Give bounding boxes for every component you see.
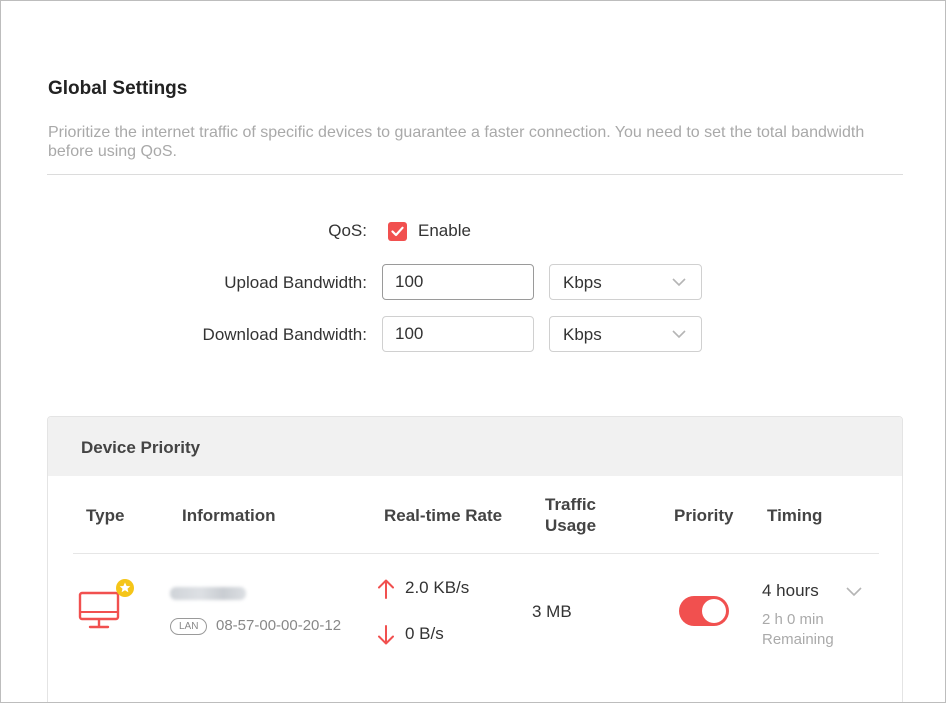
checkmark-icon <box>391 226 404 237</box>
download-unit-select[interactable]: Kbps <box>549 316 702 352</box>
upload-bandwidth-label: Upload Bandwidth: <box>224 273 367 292</box>
timing-remaining: 2 h 0 min Remaining <box>762 610 834 650</box>
chevron-down-icon[interactable] <box>845 585 863 598</box>
chevron-down-icon <box>672 278 686 287</box>
timing-remaining-time: 2 h 0 min <box>762 611 824 628</box>
device-priority-panel: Device Priority Type Information Real-ti… <box>47 416 903 702</box>
download-unit-value: Kbps <box>563 325 602 344</box>
chevron-down-icon <box>672 330 686 339</box>
qos-enable-label[interactable]: Enable <box>418 221 471 241</box>
column-header-traffic-usage: Traffic Usage <box>545 494 596 536</box>
upload-rate: 2.0 KB/s <box>405 578 470 597</box>
connection-badge: LAN <box>170 618 208 635</box>
priority-toggle[interactable] <box>679 596 729 626</box>
column-header-timing: Timing <box>767 506 823 525</box>
global-settings-title: Global Settings <box>48 78 188 99</box>
arrow-up-icon <box>378 579 394 599</box>
qos-enable-checkbox[interactable] <box>388 222 407 241</box>
column-header-realtime-rate: Real-time Rate <box>384 506 503 525</box>
column-header-traffic-line1: Traffic <box>545 495 597 514</box>
global-settings-description: Prioritize the internet traffic of speci… <box>48 124 865 160</box>
column-header-priority: Priority <box>674 506 734 525</box>
upload-unit-value: Kbps <box>563 273 602 292</box>
upload-bandwidth-input[interactable] <box>382 264 534 300</box>
qos-label: QoS: <box>328 221 367 240</box>
column-header-type: Type <box>86 506 125 525</box>
download-bandwidth-input[interactable] <box>382 316 534 352</box>
upload-unit-select[interactable]: Kbps <box>549 264 702 300</box>
traffic-usage: 3 MB <box>532 602 572 621</box>
device-name-redacted <box>170 587 246 600</box>
device-priority-header: Device Priority <box>48 417 902 476</box>
timing-value: 4 hours <box>762 581 819 600</box>
timing-remaining-label: Remaining <box>762 631 834 648</box>
qos-settings-frame: Global Settings Prioritize the internet … <box>0 0 946 703</box>
download-bandwidth-label: Download Bandwidth: <box>202 325 367 344</box>
column-header-traffic-line2: Usage <box>545 516 597 535</box>
toggle-knob <box>702 599 726 623</box>
arrow-down-icon <box>378 625 394 645</box>
device-mac: 08-57-00-00-20-12 <box>216 617 342 634</box>
table-header-divider <box>73 553 879 554</box>
column-header-information: Information <box>182 506 276 525</box>
download-rate: 0 B/s <box>405 624 444 643</box>
section-divider <box>47 174 903 175</box>
desktop-icon <box>78 579 134 629</box>
device-priority-title: Device Priority <box>81 438 201 457</box>
